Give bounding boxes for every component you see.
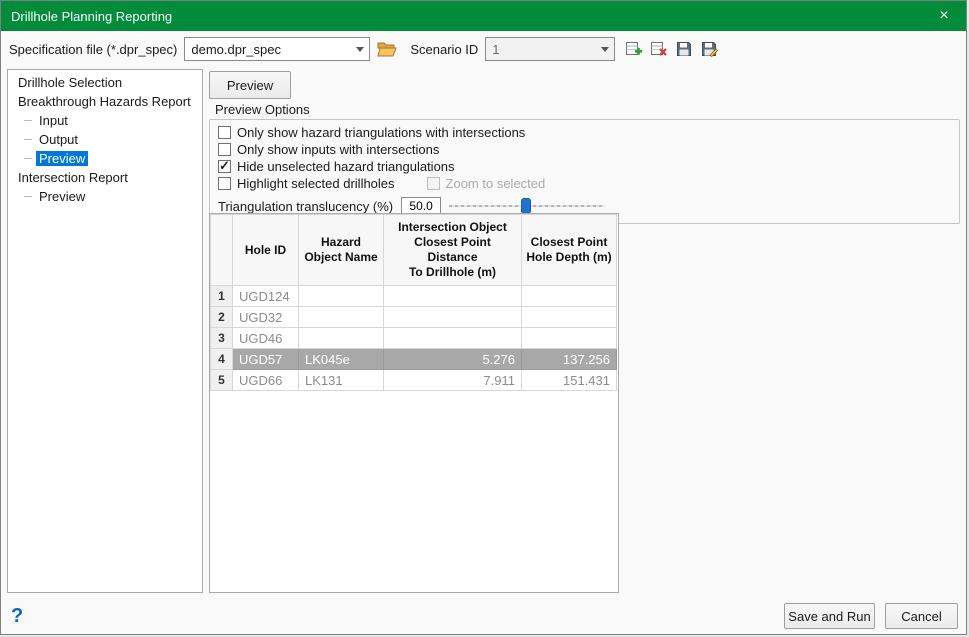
tree-item-breakthrough-hazards-report[interactable]: Breakthrough Hazards Report (8, 92, 202, 111)
checkbox-label: Hide unselected hazard triangulations (237, 159, 455, 174)
corner-cell (211, 215, 233, 286)
zoom-to-selected-group: Zoom to selected (427, 176, 546, 191)
navigation-tree: Drillhole Selection Breakthrough Hazards… (7, 69, 203, 593)
save-icon[interactable] (674, 39, 694, 59)
checkbox-row-only-inputs: Only show inputs with intersections (218, 141, 951, 158)
preview-button[interactable]: Preview (209, 71, 291, 99)
table-row[interactable]: 1 UGD124 (211, 286, 617, 307)
save-as-icon[interactable] (699, 39, 719, 59)
cell-distance: 5.276 (384, 349, 522, 370)
cell-distance: 7.911 (384, 370, 522, 391)
tree-item-intersection-report[interactable]: Intersection Report (8, 168, 202, 187)
checkbox-label: Zoom to selected (446, 176, 546, 191)
window-title: Drillhole Planning Reporting (1, 9, 172, 24)
cell-distance (384, 328, 522, 349)
table-header-row: Hole ID Hazard Object Name Intersection … (211, 215, 617, 286)
cell-hole-id: UGD57 (233, 349, 299, 370)
cell-distance (384, 307, 522, 328)
dialog-window: Drillhole Planning Reporting × Specifica… (0, 0, 967, 635)
spec-file-label: Specification file (*.dpr_spec) (9, 42, 177, 57)
cell-hazard: LK045e (299, 349, 384, 370)
open-folder-icon[interactable] (377, 39, 397, 59)
checkbox-disabled (427, 177, 440, 190)
checkbox[interactable] (218, 160, 231, 173)
cell-distance (384, 286, 522, 307)
cell-depth: 151.431 (522, 370, 617, 391)
cell-depth (522, 307, 617, 328)
table-row[interactable]: 2 UGD32 (211, 307, 617, 328)
cell-hazard (299, 307, 384, 328)
cell-hole-id: UGD124 (233, 286, 299, 307)
tree-branch-line (24, 120, 32, 121)
col-header-hazard: Hazard Object Name (299, 215, 384, 286)
checkbox-label: Highlight selected drillholes (237, 176, 395, 191)
cell-hazard (299, 286, 384, 307)
table-row[interactable]: 4 UGD57 LK045e 5.276 137.256 (211, 349, 617, 370)
col-header-hole-id: Hole ID (233, 215, 299, 286)
checkbox-row-only-hazard: Only show hazard triangulations with int… (218, 124, 951, 141)
chevron-down-icon (596, 38, 614, 60)
delete-scenario-icon[interactable] (649, 39, 669, 59)
spec-file-combobox[interactable]: demo.dpr_spec (184, 37, 370, 61)
cell-hole-id: UGD46 (233, 328, 299, 349)
translucency-label: Triangulation translucency (%) (218, 199, 393, 214)
tree-item-preview-intersection[interactable]: Preview (8, 187, 202, 206)
tree-item-output[interactable]: Output (8, 130, 202, 149)
checkbox[interactable] (218, 143, 231, 156)
checkbox-row-hide-unselected: Hide unselected hazard triangulations (218, 158, 951, 175)
chevron-down-icon (351, 38, 369, 60)
tree-item-preview-hazards[interactable]: Preview (8, 149, 202, 168)
col-header-depth: Closest Point Hole Depth (m) (522, 215, 617, 286)
results-table: Hole ID Hazard Object Name Intersection … (209, 213, 619, 593)
cell-hole-id: UGD32 (233, 307, 299, 328)
tree-branch-line (24, 158, 32, 159)
cell-hazard: LK131 (299, 370, 384, 391)
cell-hazard (299, 328, 384, 349)
group-frame: Only show hazard triangulations with int… (209, 119, 960, 224)
cell-depth (522, 328, 617, 349)
save-and-run-button[interactable]: Save and Run (784, 603, 875, 629)
close-icon: × (939, 7, 948, 25)
row-number[interactable]: 2 (211, 307, 233, 328)
scenario-id-value: 1 (486, 42, 596, 57)
toolbar: Specification file (*.dpr_spec) demo.dpr… (1, 31, 966, 67)
table-row[interactable]: 3 UGD46 (211, 328, 617, 349)
checkbox[interactable] (218, 177, 231, 190)
scenario-actions (624, 39, 719, 59)
table-row[interactable]: 5 UGD66 LK131 7.911 151.431 (211, 370, 617, 391)
checkbox-row-highlight: Highlight selected drillholes Zoom to se… (218, 175, 951, 192)
checkbox[interactable] (218, 126, 231, 139)
close-button[interactable]: × (922, 1, 966, 31)
scenario-id-label: Scenario ID (410, 42, 478, 57)
tree-item-input[interactable]: Input (8, 111, 202, 130)
cell-hole-id: UGD66 (233, 370, 299, 391)
row-number[interactable]: 4 (211, 349, 233, 370)
group-title: Preview Options (209, 102, 960, 117)
checkbox-label: Only show hazard triangulations with int… (237, 125, 525, 140)
cancel-button[interactable]: Cancel (885, 603, 958, 629)
scenario-id-combobox[interactable]: 1 (485, 37, 615, 61)
row-number[interactable]: 1 (211, 286, 233, 307)
tree-branch-line (24, 139, 32, 140)
tree-branch-line (24, 196, 32, 197)
help-icon[interactable]: ? (11, 603, 33, 629)
slider-handle[interactable] (521, 198, 531, 214)
checkbox-label: Only show inputs with intersections (237, 142, 439, 157)
preview-options-group: Preview Options Only show hazard triangu… (209, 102, 960, 224)
cell-depth (522, 286, 617, 307)
col-header-distance: Intersection Object Closest Point Distan… (384, 215, 522, 286)
row-number[interactable]: 5 (211, 370, 233, 391)
titlebar: Drillhole Planning Reporting × (1, 1, 966, 31)
add-scenario-icon[interactable] (624, 39, 644, 59)
spec-file-value: demo.dpr_spec (185, 42, 351, 57)
cell-depth: 137.256 (522, 349, 617, 370)
tree-item-drillhole-selection[interactable]: Drillhole Selection (8, 73, 202, 92)
row-number[interactable]: 3 (211, 328, 233, 349)
